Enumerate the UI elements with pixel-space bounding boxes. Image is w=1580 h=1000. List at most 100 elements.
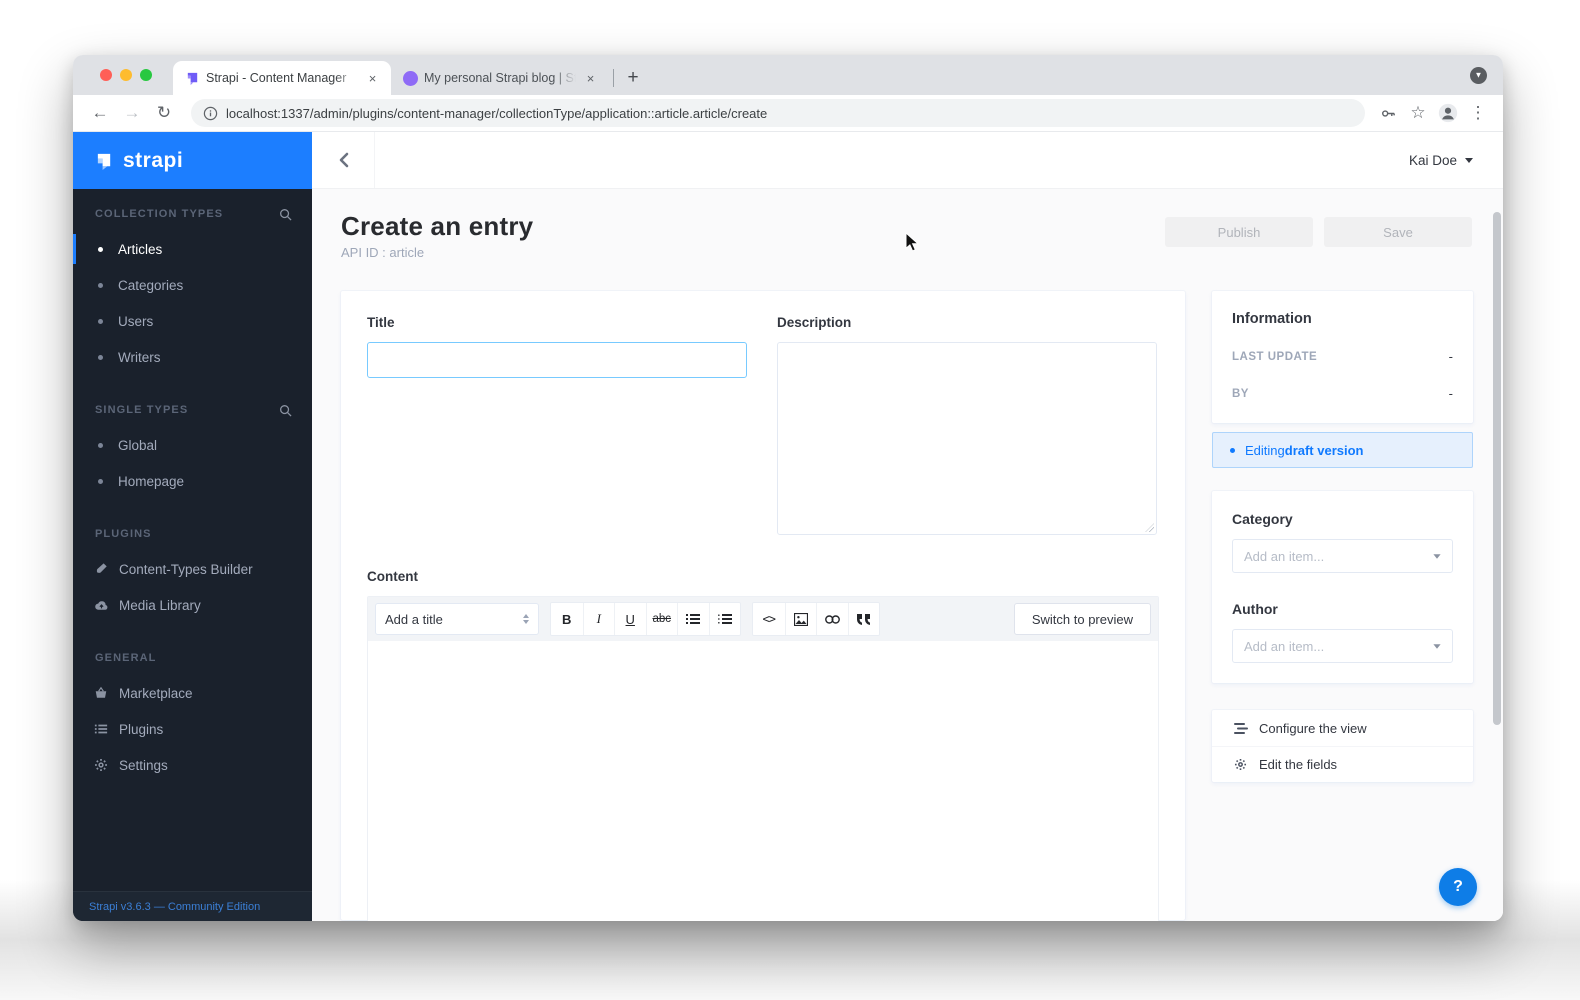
category-select[interactable]: Add an item...	[1232, 539, 1453, 573]
strikethrough-button[interactable]: abc	[645, 603, 677, 635]
tab-personal-blog[interactable]: My personal Strapi blog | Strap ×	[391, 61, 609, 95]
author-select[interactable]: Add an item...	[1232, 629, 1453, 663]
strapi-version-link[interactable]: Strapi v3.6.3 — Community Edition	[73, 891, 312, 921]
sidebar-item-plugins[interactable]: Plugins	[93, 711, 292, 747]
configure-view-link[interactable]: Configure the view	[1212, 710, 1473, 746]
strapi-logo[interactable]: strapi	[73, 132, 312, 189]
forward-button[interactable]: →	[119, 100, 145, 126]
save-button[interactable]: Save	[1324, 217, 1472, 247]
description-textarea[interactable]	[777, 342, 1157, 535]
list-icon	[93, 721, 109, 737]
bullet-icon	[98, 246, 103, 252]
profile-avatar-icon[interactable]	[1435, 100, 1461, 126]
sidebar-item-marketplace[interactable]: Marketplace	[95, 675, 292, 711]
sidebar-item-label: Marketplace	[119, 685, 193, 701]
edit-fields-label: Edit the fields	[1259, 757, 1338, 772]
edit-fields-link[interactable]: Edit the fields	[1212, 746, 1473, 782]
back-button[interactable]: ←	[87, 100, 113, 126]
bookmark-star-icon[interactable]: ☆	[1405, 100, 1431, 126]
blog-favicon-icon	[403, 70, 418, 86]
draft-dot-icon	[1230, 447, 1235, 453]
sidebar-item-writers[interactable]: Writers	[95, 339, 292, 375]
search-icon[interactable]	[279, 404, 292, 417]
minimize-window-button[interactable]	[120, 69, 132, 81]
zoom-window-button[interactable]	[140, 69, 152, 81]
strapi-favicon-icon	[185, 71, 200, 86]
page-info-icon[interactable]	[203, 106, 218, 121]
sidebar-item-media-library[interactable]: Media Library	[94, 587, 292, 623]
sidebar-item-articles[interactable]: Articles	[73, 231, 292, 267]
by-label: BY	[1232, 387, 1249, 400]
content-field-label: Content	[367, 569, 418, 584]
chevron-down-icon: ▼	[1474, 70, 1483, 80]
browser-menu-icon[interactable]: ⋮	[1465, 100, 1491, 126]
section-single-types: SINGLE TYPES Global Homepage	[73, 375, 312, 499]
sidebar-item-label: Categories	[118, 277, 184, 293]
gear-icon	[93, 757, 109, 773]
image-button[interactable]	[784, 603, 816, 635]
link-button[interactable]	[816, 603, 848, 635]
desktop: Strapi - Content Manager × My personal S…	[0, 0, 1580, 1000]
tab-close-icon[interactable]: ×	[582, 70, 599, 87]
tab-search-button[interactable]: ▼	[1470, 67, 1487, 84]
sidebar-item-label: Media Library	[119, 597, 201, 613]
editor-content-area[interactable]	[368, 641, 1158, 921]
ordered-list-button[interactable]	[708, 603, 740, 635]
gear-icon	[1233, 757, 1248, 772]
sidebar-item-categories[interactable]: Categories	[95, 267, 292, 303]
heading-select[interactable]: Add a title	[375, 603, 539, 635]
paintbrush-icon	[93, 561, 109, 577]
sidebar-item-users[interactable]: Users	[95, 303, 292, 339]
italic-button[interactable]: I	[582, 603, 614, 635]
author-placeholder: Add an item...	[1244, 638, 1325, 654]
editing-draft-banner: Editing draft version	[1212, 432, 1473, 468]
address-bar[interactable]: localhost:1337/admin/plugins/content-man…	[191, 99, 1365, 127]
sidebar: strapi COLLECTION TYPES Articles Categor…	[73, 132, 312, 921]
close-window-button[interactable]	[100, 69, 112, 81]
relations-card: Category Add an item... Author Add an it…	[1212, 491, 1473, 683]
publish-button[interactable]: Publish	[1165, 217, 1313, 247]
user-menu[interactable]: Kai Doe	[1409, 153, 1473, 168]
browser-window: Strapi - Content Manager × My personal S…	[73, 55, 1503, 921]
editor-toolbar: Add a title B I U abc <> Switch to previ…	[368, 597, 1158, 641]
chevron-down-icon	[1465, 157, 1473, 163]
bullet-list-button[interactable]	[677, 603, 709, 635]
tab-title: My personal Strapi blog | Strap	[424, 71, 576, 85]
help-button[interactable]: ?	[1439, 868, 1477, 906]
section-title: COLLECTION TYPES	[95, 208, 224, 220]
quote-icon	[857, 613, 871, 625]
password-key-icon[interactable]	[1375, 100, 1401, 126]
chevron-down-icon	[1433, 643, 1441, 649]
strapi-logo-icon	[97, 153, 111, 170]
bullet-icon	[98, 478, 103, 484]
last-update-label: LAST UPDATE	[1232, 350, 1318, 363]
new-tab-button[interactable]: +	[620, 65, 646, 91]
strapi-version-text: Strapi v3.6.3 — Community Edition	[89, 900, 261, 913]
image-icon	[793, 612, 808, 626]
sidebar-item-homepage[interactable]: Homepage	[95, 463, 292, 499]
description-field-label: Description	[777, 315, 852, 330]
sidebar-item-global[interactable]: Global	[95, 427, 292, 463]
tab-close-icon[interactable]: ×	[364, 70, 381, 87]
blockquote-button[interactable]	[847, 603, 879, 635]
title-field-label: Title	[367, 315, 395, 330]
reload-button[interactable]: ↻	[151, 100, 177, 126]
title-input[interactable]	[367, 342, 747, 378]
sidebar-item-label: Writers	[118, 349, 161, 365]
layout-sliders-icon	[1233, 721, 1248, 736]
sidebar-item-settings[interactable]: Settings	[95, 747, 292, 783]
sidebar-item-content-types-builder[interactable]: Content-Types Builder	[95, 551, 292, 587]
search-icon[interactable]	[279, 208, 292, 221]
bold-button[interactable]: B	[551, 603, 583, 635]
browser-toolbar: ← → ↻ localhost:1337/admin/plugins/conte…	[73, 95, 1503, 132]
ordered-list-icon	[717, 614, 732, 624]
go-back-button[interactable]	[312, 132, 375, 188]
tab-strapi-content-manager[interactable]: Strapi - Content Manager ×	[173, 61, 391, 95]
information-title: Information	[1232, 311, 1312, 327]
page-scrollbar[interactable]	[1493, 212, 1501, 725]
format-button-group: B I U abc	[550, 602, 741, 636]
code-button[interactable]: <>	[753, 603, 785, 635]
underline-button[interactable]: U	[614, 603, 646, 635]
switch-to-preview-button[interactable]: Switch to preview	[1013, 603, 1151, 635]
sidebar-item-label: Homepage	[118, 473, 185, 489]
